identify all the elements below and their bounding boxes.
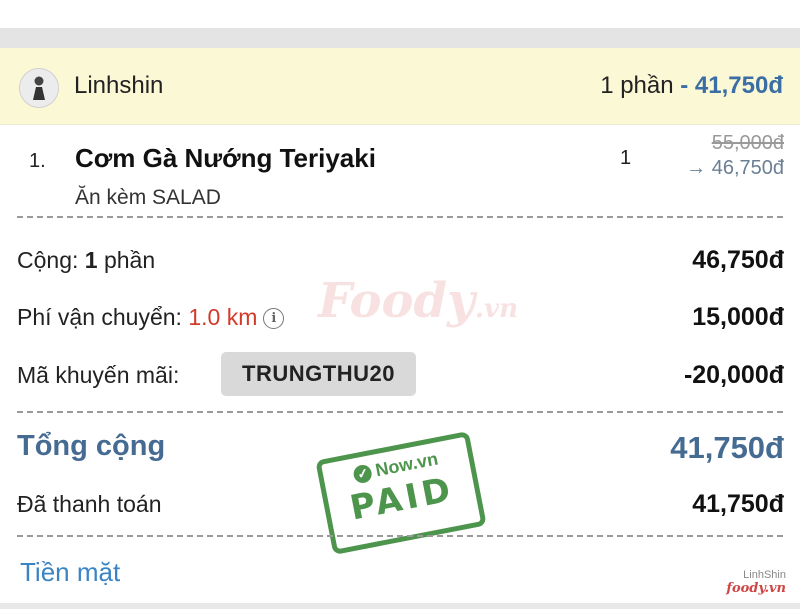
promo-label: Mã khuyến mãi: <box>17 362 180 388</box>
promo-value: -20,000đ <box>683 361 784 389</box>
paid-label: Đã thanh toán <box>17 491 162 517</box>
dashed-divider <box>17 535 783 537</box>
user-portion-count: 1 phần <box>600 72 674 99</box>
total-value: 41,750đ <box>670 430 784 465</box>
item-quantity: 1 <box>620 147 632 169</box>
item-original-price: 55,000đ <box>711 132 784 154</box>
paid-value: 41,750đ <box>692 490 784 518</box>
user-order-summary: 1 phần - 41,750đ <box>600 72 783 100</box>
item-name: Cơm Gà Nướng Teriyaki <box>75 143 376 173</box>
username: Linhshin <box>74 72 164 99</box>
item-note: Ăn kèm SALAD <box>75 186 221 209</box>
foody-watermark: Foody.vn <box>318 273 518 329</box>
corner-watermark: LinhShin foody.vn <box>726 569 786 596</box>
dashed-divider <box>17 411 783 413</box>
shipping-distance: 1.0 km <box>188 304 258 330</box>
promo-code-badge: TRUNGTHU20 <box>221 352 416 396</box>
payment-method[interactable]: Tiền mặt <box>20 557 120 588</box>
shipping-label: Phí vận chuyển: 1.0 km i <box>17 304 285 331</box>
subtotal-label: Cộng: 1 phần <box>17 247 156 273</box>
user-silhouette-icon <box>20 69 58 107</box>
user-order-row[interactable]: Linhshin 1 phần - 41,750đ <box>0 48 800 125</box>
dashed-divider <box>17 216 783 218</box>
item-discounted-price: → 46,750đ <box>686 157 784 179</box>
avatar[interactable] <box>19 68 59 108</box>
total-label: Tổng cộng <box>17 430 166 462</box>
user-amount: - 41,750đ <box>680 72 783 99</box>
shipping-value: 15,000đ <box>692 303 784 331</box>
top-spacer <box>0 0 800 28</box>
check-circle-icon: ✓ <box>352 463 374 485</box>
item-index: 1. <box>29 150 46 172</box>
bottom-divider <box>0 603 800 609</box>
section-divider <box>0 28 800 48</box>
info-icon[interactable]: i <box>263 308 285 330</box>
subtotal-value: 46,750đ <box>692 246 784 274</box>
